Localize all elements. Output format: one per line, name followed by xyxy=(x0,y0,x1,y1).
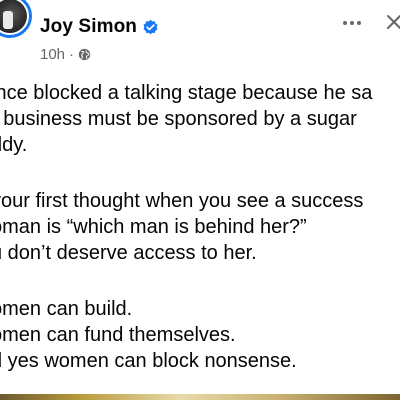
post-text-line: oman is “which man is behind her?” xyxy=(0,216,307,238)
post-image[interactable] xyxy=(0,394,400,400)
post-text-line: omen can fund themselves. xyxy=(0,324,236,346)
post-meta: 10h · xyxy=(40,46,91,63)
meta-separator: · xyxy=(69,46,75,63)
post-body: ince blocked a talking stage because he … xyxy=(0,80,400,374)
post-text-line: u don’t deserve access to her. xyxy=(0,242,257,264)
close-icon[interactable] xyxy=(384,12,400,32)
author-name[interactable]: Joy Simon xyxy=(40,16,137,38)
post-text-line: d yes women can block nonsense. xyxy=(0,350,297,372)
post-text-line: ddy. xyxy=(0,134,28,156)
post-text-line: ince blocked a talking stage because he … xyxy=(0,82,373,104)
verified-badge-icon xyxy=(143,19,158,34)
post-text-line: r business must be sponsored by a sugar xyxy=(0,108,357,130)
post-time[interactable]: 10h xyxy=(40,46,65,63)
more-options-icon[interactable] xyxy=(343,15,367,31)
globe-icon xyxy=(78,48,91,61)
post-text-line: your first thought when you see a succes… xyxy=(0,190,364,212)
avatar[interactable] xyxy=(0,0,32,38)
post-text-line: omen can build. xyxy=(0,298,133,320)
author-row: Joy Simon xyxy=(40,16,159,38)
